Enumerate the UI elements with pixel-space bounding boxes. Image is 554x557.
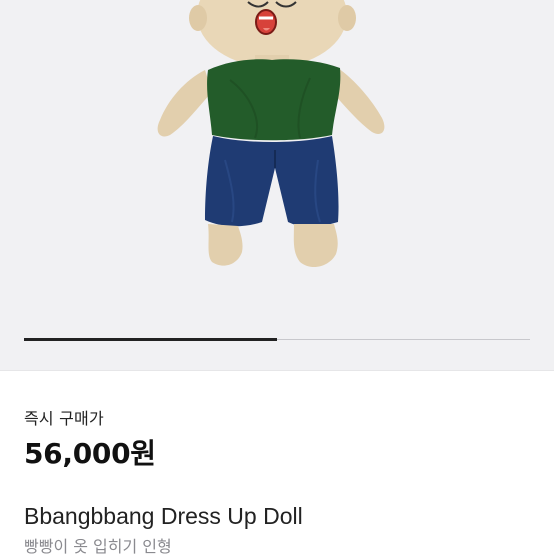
buy-now-price-label: 즉시 구매가 <box>24 409 104 428</box>
doll-right-leg <box>293 224 338 268</box>
doll-left-arm <box>157 70 212 137</box>
doll-left-leg <box>208 224 243 266</box>
product-image-carousel[interactable] <box>0 0 554 370</box>
product-image-doll <box>157 0 385 268</box>
section-divider <box>0 370 554 371</box>
doll-shorts <box>205 136 339 227</box>
product-title: Bbangbbang Dress Up Doll <box>24 503 303 529</box>
doll-right-ear <box>338 5 356 31</box>
product-price: 56,000원 <box>24 437 156 470</box>
doll-left-ear <box>189 5 207 31</box>
carousel-indicator-progress <box>24 338 277 341</box>
product-subtitle: 빵빵이 옷 입히기 인형 <box>24 537 172 556</box>
doll-shirt <box>207 59 341 141</box>
